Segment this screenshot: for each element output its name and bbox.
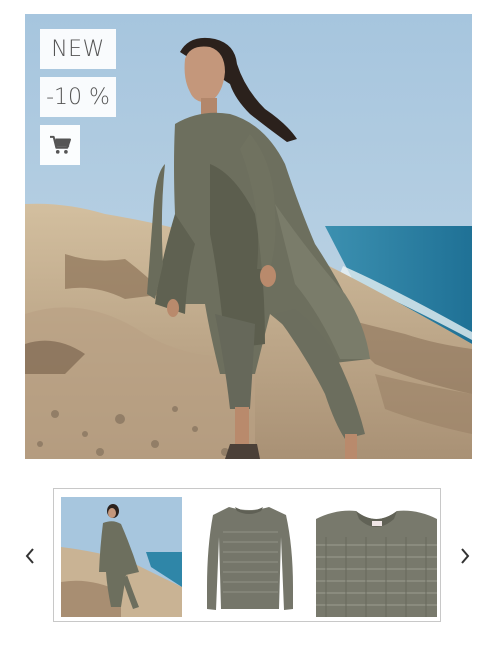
- thumbnail-model-on-dunes[interactable]: [61, 497, 182, 617]
- thumbnail-image: [191, 497, 308, 617]
- discount-badge: -10 %: [40, 77, 116, 117]
- shopping-cart-icon: [50, 135, 71, 154]
- chevron-right-icon: [461, 548, 470, 564]
- previous-image-button[interactable]: [20, 544, 40, 568]
- new-badge: NEW: [40, 29, 116, 69]
- add-to-cart-button[interactable]: [40, 125, 80, 165]
- thumbnail-image: [61, 497, 182, 617]
- thumbnail-image: [316, 497, 437, 617]
- new-badge-label: NEW: [51, 36, 105, 62]
- thumbnail-strip: [53, 488, 441, 622]
- thumbnail-sweater-front[interactable]: [191, 497, 308, 617]
- chevron-left-icon: [25, 548, 34, 564]
- next-image-button[interactable]: [455, 544, 475, 568]
- discount-badge-label: -10 %: [46, 84, 110, 110]
- thumbnail-sweater-detail[interactable]: [316, 497, 437, 617]
